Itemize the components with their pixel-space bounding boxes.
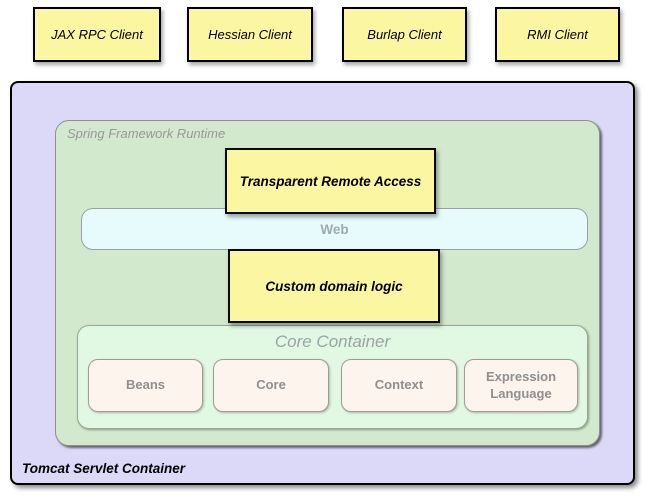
module-label: Expression Language: [475, 369, 567, 402]
tomcat-container-label: Tomcat Servlet Container: [22, 461, 185, 476]
module-core: Core: [213, 359, 329, 412]
custom-domain-logic-label: Custom domain logic: [265, 279, 402, 294]
custom-domain-logic-box: Custom domain logic: [228, 249, 440, 323]
web-layer-label: Web: [320, 222, 348, 237]
spring-framework-runtime: Spring Framework Runtime Web Transparent…: [55, 120, 600, 446]
client-box-rmi: RMI Client: [495, 7, 620, 62]
client-box-label: Burlap Client: [367, 27, 441, 42]
web-layer: Web: [81, 208, 588, 250]
module-context: Context: [341, 359, 457, 412]
client-box-burlap: Burlap Client: [342, 7, 467, 62]
module-label: Context: [375, 377, 423, 393]
client-box-label: JAX RPC Client: [51, 27, 143, 42]
architecture-diagram: JAX RPC Client Hessian Client Burlap Cli…: [0, 0, 647, 500]
client-box-jax-rpc: JAX RPC Client: [33, 7, 161, 62]
module-expression-language: Expression Language: [464, 359, 578, 412]
module-label: Beans: [126, 377, 165, 393]
spring-runtime-label: Spring Framework Runtime: [67, 126, 225, 141]
client-box-hessian: Hessian Client: [187, 7, 313, 62]
transparent-remote-access-box: Transparent Remote Access: [225, 148, 436, 214]
core-container-title: Core Container: [78, 332, 587, 352]
tomcat-servlet-container: Spring Framework Runtime Web Transparent…: [10, 81, 635, 485]
client-box-label: RMI Client: [527, 27, 588, 42]
core-container: Core Container Beans Core Context Expres…: [77, 325, 588, 429]
module-beans: Beans: [88, 359, 203, 412]
transparent-remote-access-label: Transparent Remote Access: [240, 174, 422, 189]
client-box-label: Hessian Client: [208, 27, 292, 42]
module-label: Core: [256, 377, 286, 393]
